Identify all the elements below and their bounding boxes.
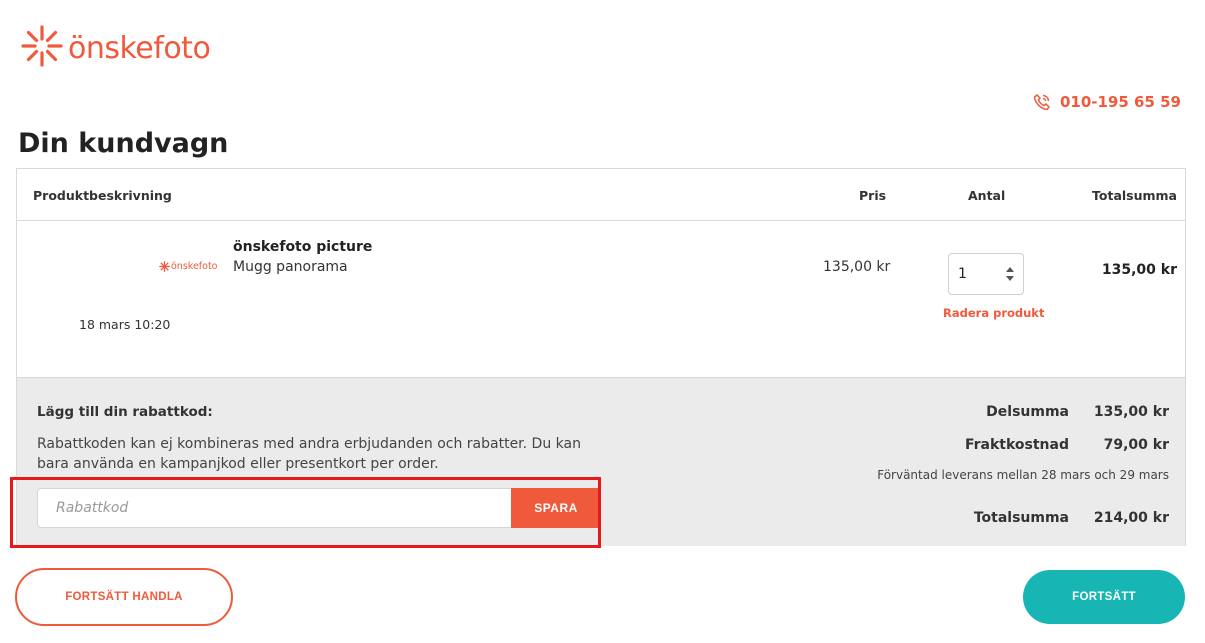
coupon-note: Rabattkoden kan ej kombineras med andra …: [37, 436, 581, 472]
column-header-quantity: Antal: [968, 188, 1006, 203]
delivery-estimate: Förväntad leverans mellan 28 mars och 29…: [877, 468, 1169, 482]
sunburst-logo-icon: [21, 25, 63, 67]
subtotal-label: Delsumma: [986, 404, 1069, 420]
remove-product-link[interactable]: Radera produkt: [943, 306, 1044, 320]
coupon-title: Lägg till din rabattkod:: [37, 404, 213, 420]
cart-header-row: Produktbeskrivning Pris Antal Totalsumma: [17, 169, 1185, 221]
sunburst-logo-icon: [159, 261, 170, 272]
quantity-select[interactable]: 1: [948, 253, 1024, 295]
continue-button[interactable]: FORTSÄTT: [1023, 570, 1185, 624]
subtotal-value: 135,00 kr: [1093, 404, 1169, 420]
page-title: Din kundvagn: [18, 128, 229, 159]
brand-name: önskefoto: [68, 30, 211, 66]
phone-contact[interactable]: 010-195 65 59: [1033, 93, 1181, 111]
product-name: önskefoto picture: [233, 239, 373, 255]
shipping-label: Fraktkostnad: [964, 437, 1069, 453]
up-down-arrows-icon: [1006, 267, 1014, 281]
product-thumbnail-text: önskefoto: [171, 261, 218, 272]
product-variant: Mugg panorama: [233, 259, 348, 275]
product-total: 135,00 kr: [1101, 262, 1177, 278]
total-value: 214,00 kr: [1093, 510, 1169, 526]
quantity-value: 1: [958, 266, 967, 282]
phone-icon: [1033, 94, 1050, 111]
column-header-total: Totalsumma: [1092, 188, 1177, 203]
phone-number: 010-195 65 59: [1059, 93, 1181, 111]
highlight-annotation: [10, 477, 601, 548]
continue-shopping-button[interactable]: FORTSÄTT HANDLA: [15, 568, 233, 626]
product-date: 18 mars 10:20: [79, 317, 171, 332]
product-thumbnail[interactable]: önskefoto: [159, 261, 217, 272]
column-header-price: Pris: [859, 188, 887, 203]
brand-logo[interactable]: önskefoto: [20, 16, 211, 76]
product-price: 135,00 kr: [823, 259, 891, 275]
shipping-value: 79,00 kr: [1103, 437, 1169, 453]
column-header-description: Produktbeskrivning: [33, 188, 172, 203]
total-label: Totalsumma: [973, 510, 1069, 526]
